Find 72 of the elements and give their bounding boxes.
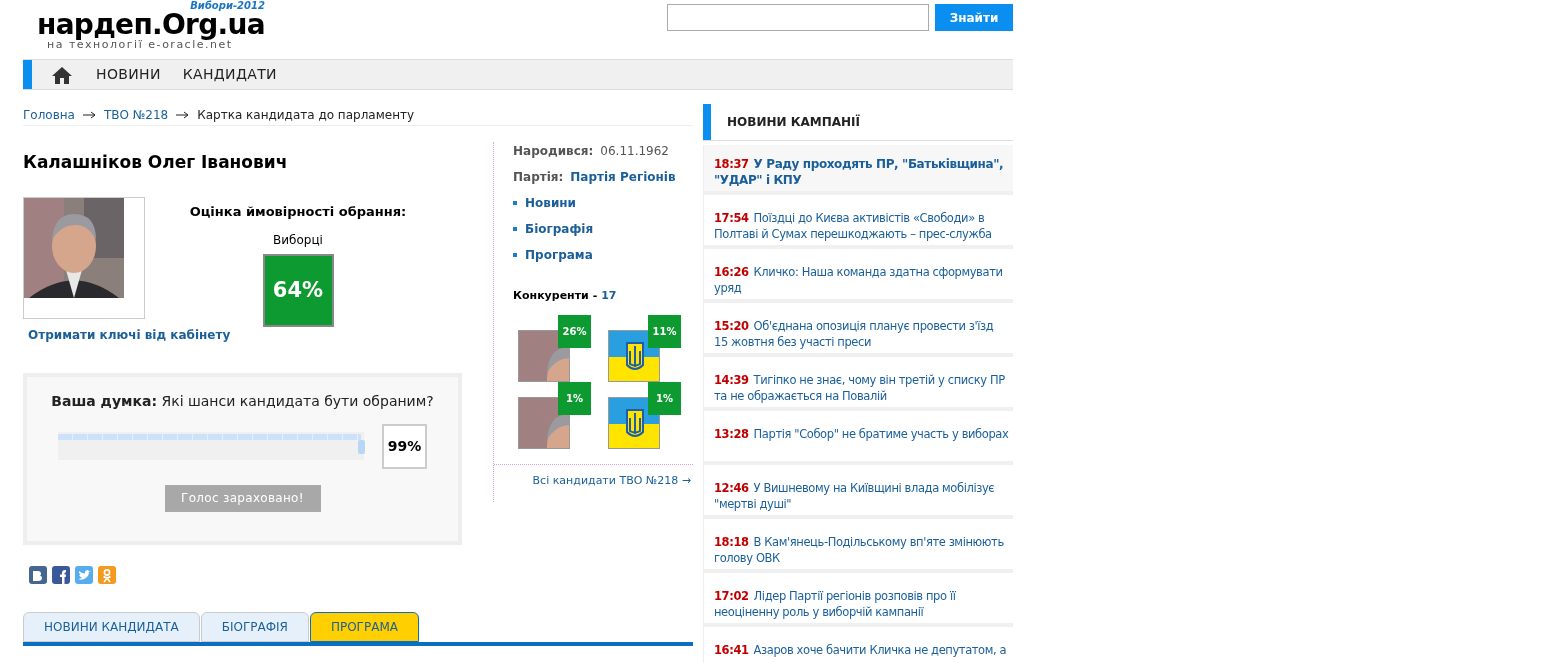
profile-link[interactable]: Біографія [525,220,594,238]
competitor-card[interactable]: 1% [608,381,693,449]
bullet-icon [513,201,517,205]
poll-question: Ваша думка: Які шанси кандидата бути обраним? [51,391,434,411]
competitors-count[interactable]: 17 [601,288,617,305]
breadcrumb-link[interactable]: Головна [23,105,75,124]
accent-bar [23,60,32,89]
election-label: Вибори-2012 [190,0,265,11]
news-headline[interactable]: 15:20 Об'єднана опозиція планує провести з'їзд 15 жовтня без участі преси [714,318,1009,350]
profile-link[interactable]: Програма [525,246,593,264]
arrow-icon [82,109,96,120]
cabinet-link[interactable]: Отримати ключі від кабінету [28,326,231,343]
field-label: Народився: [513,143,594,160]
news-item[interactable]: 17:54 Поїздці до Києва активістів «Свободи» в Полтаві й Сумах перешкоджають – прес-служба [704,199,1013,249]
home-button[interactable] [52,65,72,84]
bullet-icon [513,253,517,257]
news-item[interactable]: 12:46 У Вишневому на Київщині влада мобілізує "мертві душі" [704,469,1013,519]
poll-value: 99% [382,423,427,469]
news-item[interactable]: 13:28 Партія "Собор" не братиме участь у виборах [704,415,1013,465]
rating-title: Оцінка ймовірності обрання: [189,202,407,221]
birth-date: 06.11.1962 [600,143,669,160]
bird-icon[interactable] [75,565,93,584]
slider-track[interactable] [58,432,364,460]
field-label: Партія: [513,169,564,186]
slider-thumb[interactable] [357,440,365,454]
news-headline[interactable]: 16:41 Азаров хоче бачити Кличка не депутатом, а [714,642,1009,658]
news-item[interactable]: 18:18 В Кам'янець-Подільському вп'яте змінюють голову ОВК [704,523,1013,573]
news-item[interactable]: 17:02 Лідер Партії регіонів розповів про її неоціненну роль у виборчій кампанії [704,577,1013,627]
accent-bar [703,104,711,140]
news-item[interactable]: 16:41 Азаров хоче бачити Кличка не депутатом, а [704,631,1013,663]
candidate-name: Калашніков Олег Іванович [23,151,289,174]
tab[interactable]: НОВИНИ КАНДИДАТА [23,611,200,642]
party-link[interactable]: Партія Регіонів [570,168,676,186]
tab[interactable]: БІОГРАФІЯ [200,611,309,642]
news-item[interactable]: 14:39 Тигіпко не знає, чому він третій у списку ПР та не ображається на Повалій [704,361,1013,411]
percent-badge: 1% [648,381,681,415]
share-icon[interactable] [98,565,116,584]
news-headline[interactable]: 17:54 Поїздці до Києва активістів «Свободи» в Полтаві й Сумах перешкоджають – прес-служба [714,210,1009,242]
flag-icon [609,397,659,448]
news-headline[interactable]: 18:37 У Раду проходять ПР, "Батьківщина", "УДАР" і КПУ [714,156,1009,188]
news-item[interactable]: 18:37 У Раду проходять ПР, "Батьківщина", "УДАР" і КПУ [704,145,1013,195]
bullet-icon [513,227,517,231]
vk-icon[interactable] [29,565,47,584]
profile-link[interactable]: Новини [525,194,576,212]
news-headline[interactable]: 16:26 Кличко: Наша команда здатна сформувати уряд [714,264,1009,296]
competitors-label: Конкуренти - [513,288,598,304]
news-headline[interactable]: 17:02 Лідер Партії регіонів розповів про її неоціненну роль у виборчій кампанії [714,588,1009,620]
news-headline[interactable]: 13:28 Партія "Собор" не братиме участь у виборах [714,426,1009,442]
news-headline[interactable]: 14:39 Тигіпко не знає, чому він третій у списку ПР та не ображається на Повалій [714,372,1009,404]
breadcrumb-link[interactable]: ТВО №218 [103,105,169,124]
rating-badge: 64% [262,254,334,327]
facebook-icon[interactable] [52,565,70,584]
news-headline[interactable]: 18:18 В Кам'янець-Подільському вп'яте змінюють голову ОВК [714,534,1009,566]
tab[interactable]: ПРОГРАМА [309,611,419,642]
breadcrumb-current: Картка кандидата до парламенту [197,106,415,124]
arrow-icon [176,109,190,120]
home-icon [52,65,72,84]
logo[interactable]: нардеп.Org.ua [37,11,265,39]
competitor-card[interactable]: 11% [608,314,693,382]
logo-tagline: на технології e-oracle.net [47,39,233,51]
percent-badge: 26% [558,314,591,348]
news-item[interactable]: 16:26 Кличко: Наша команда здатна сформувати уряд [704,253,1013,303]
rating-label: Виборці [273,232,323,249]
nav-link[interactable]: НОВИНИ [96,64,161,85]
news-headline[interactable]: 12:46 У Вишневому на Київщині влада мобілізує "мертві душі" [714,480,1009,512]
news-item[interactable]: 15:20 Об'єднана опозиція планує провести з'їзд 15 жовтня без участі преси [704,307,1013,357]
nav-link[interactable]: КАНДИДАТИ [182,64,277,85]
search-field[interactable] [667,4,929,31]
percent-badge: 1% [558,381,591,415]
section-title: НОВИНИ КАМПАНІЇ [727,113,861,131]
all-candidates-link[interactable]: Всі кандидати ТВО №218 → [494,472,691,489]
percent-badge: 11% [648,314,681,348]
